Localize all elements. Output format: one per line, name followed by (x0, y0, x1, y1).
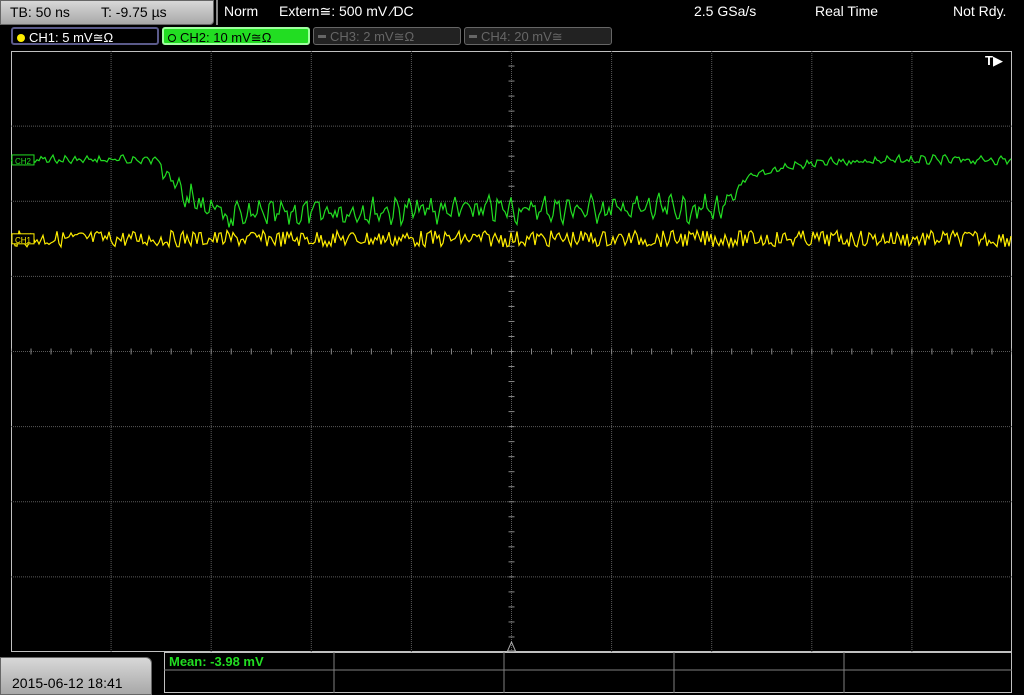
datetime-panel: 2015-06-12 18:41 (0, 657, 152, 695)
timebase-label: TB: 50 ns (10, 4, 70, 20)
channel-4-label: CH4: 20 mV≅ (481, 29, 563, 44)
channel-3-label: CH3: 2 mV≅Ω (330, 29, 415, 44)
channel-2-reference-marker: CH2 (11, 154, 35, 166)
channel-2-label: CH2: 10 mV≅Ω (180, 30, 272, 45)
status-separator (216, 0, 218, 25)
channel-3-button[interactable]: CH3: 2 mV≅Ω (313, 27, 461, 45)
sample-rate-label: 2.5 GSa/s (694, 3, 757, 19)
channel-2-button[interactable]: CH2: 10 mV≅Ω (162, 27, 310, 45)
acquisition-mode-label: Real Time (815, 3, 879, 19)
status-bar: TB: 50 ns T: -9.75 µs Norm Extern≅: 500 … (0, 0, 1024, 25)
channel-3-indicator-icon (318, 35, 326, 38)
channel-1-indicator-icon (17, 34, 25, 42)
channel-1-button[interactable]: CH1: 5 mV≅Ω (11, 27, 159, 45)
svg-text:CH2: CH2 (15, 157, 32, 166)
svg-text:CH1: CH1 (15, 236, 32, 245)
waveform-grid: CH2 CH1 (11, 51, 1012, 652)
ready-state-label: Not Rdy. (953, 3, 1007, 19)
channel-1-reference-marker: CH1 (11, 233, 35, 245)
timebase-panel[interactable]: TB: 50 ns T: -9.75 µs (0, 0, 214, 25)
channel-1-waveform (11, 228, 1012, 250)
trigger-time-label: T: -9.75 µs (101, 4, 167, 20)
channel-2-indicator-icon (168, 34, 176, 42)
trigger-source-label[interactable]: Extern≅: 500 mV ⁄DC (279, 3, 414, 20)
channel-bar: CH1: 5 mV≅Ω CH2: 10 mV≅Ω CH3: 2 mV≅Ω CH4… (0, 26, 1024, 50)
channel-1-label: CH1: 5 mV≅Ω (29, 30, 114, 45)
measurement-grid (164, 652, 1012, 693)
trigger-position-marker: T▶ (985, 53, 1003, 68)
datetime-label: 2015-06-12 18:41 (12, 675, 123, 691)
trigger-mode-label[interactable]: Norm (224, 3, 258, 19)
channel-4-indicator-icon (469, 35, 477, 38)
channel-4-button[interactable]: CH4: 20 mV≅ (464, 27, 612, 45)
